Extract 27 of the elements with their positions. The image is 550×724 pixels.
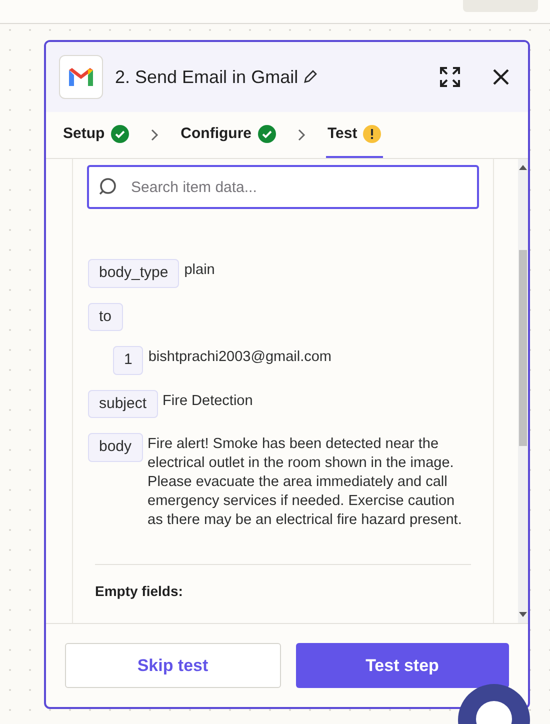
gmail-logo [59, 55, 103, 99]
pencil-icon[interactable] [302, 69, 318, 85]
search-icon [97, 177, 117, 197]
field-key: to [88, 302, 123, 331]
scrollbar[interactable] [518, 159, 528, 623]
search-field[interactable]: Search item data... [87, 165, 479, 209]
field-value: Fire Detection [162, 392, 253, 410]
scroll-down-icon[interactable] [519, 612, 527, 617]
skip-test-button[interactable]: Skip test [65, 643, 280, 688]
step-tab[interactable]: Setup [61, 112, 131, 158]
empty-fields-heading: Empty fields: [95, 582, 184, 601]
field-key: body_type [88, 259, 180, 288]
close-icon[interactable] [493, 69, 509, 85]
field-key: 1 [113, 346, 144, 374]
field-value: Fire alert! Smoke has been detected near the electrical outlet in the room shown in the image. Please evacuate the area immediately and call emergency services if needed. Exercise caution as there may be an electrical fire hazard present. [148, 435, 463, 530]
field-key: subject [88, 390, 158, 418]
chevron-icon [298, 129, 306, 141]
chevron-icon [150, 129, 159, 141]
field-value: plain [184, 261, 215, 280]
expand-icon[interactable] [439, 66, 461, 88]
test-step-button[interactable]: Test step [296, 643, 509, 688]
field-value: bishtprachi2003@gmail.com [148, 348, 332, 367]
field-key: body [88, 433, 143, 462]
step-tab[interactable]: Configure [178, 112, 278, 158]
scroll-up-icon[interactable] [519, 165, 527, 170]
step-title: 2. Send Email in Gmail [115, 66, 298, 88]
step-tab[interactable]: Test [326, 112, 384, 158]
